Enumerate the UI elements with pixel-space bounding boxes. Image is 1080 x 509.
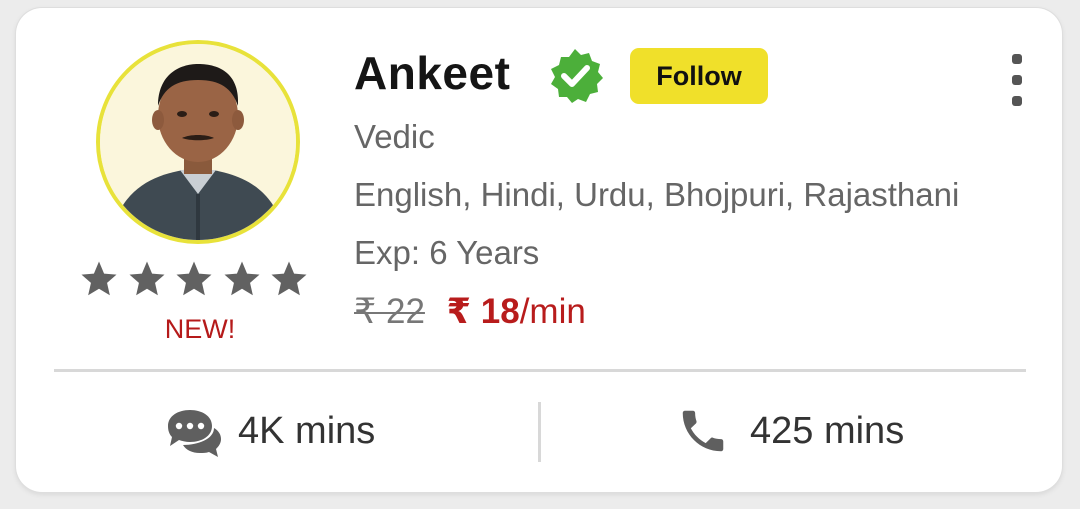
- star-icon: [176, 261, 212, 296]
- current-price: ₹ 18: [446, 292, 520, 331]
- call-minutes: 425 mins: [750, 410, 905, 452]
- star-icon: [271, 261, 307, 296]
- verified-badge-icon: [551, 49, 603, 103]
- kebab-dot: [1012, 96, 1022, 106]
- star-icon: [81, 261, 117, 296]
- kebab-dot: [1012, 54, 1022, 64]
- experience-text: Exp: 6 Years: [354, 234, 540, 271]
- price-row: ₹ 22 ₹ 18/min: [354, 292, 586, 332]
- price-unit: /min: [519, 292, 586, 331]
- skill-text: Vedic: [354, 118, 435, 155]
- chat-minutes: 4K mins: [238, 410, 376, 452]
- kebab-menu-icon[interactable]: [1002, 52, 1032, 108]
- original-price: ₹ 22: [354, 292, 425, 331]
- languages-text: English, Hindi, Urdu, Bhojpuri, Rajastha…: [354, 176, 960, 213]
- astrologer-card[interactable]: NEW! Ankeet Follow Vedic English, Hindi,…: [16, 8, 1062, 492]
- divider: [54, 369, 1026, 372]
- avatar[interactable]: [96, 40, 300, 244]
- vertical-divider: [538, 402, 541, 462]
- kebab-dot: [1012, 75, 1022, 85]
- star-icon: [129, 261, 164, 296]
- astrologer-name: Ankeet: [354, 47, 511, 99]
- chat-bubbles-icon: [168, 410, 221, 457]
- rating-stars: [78, 258, 310, 302]
- new-badge: NEW!: [164, 314, 236, 344]
- phone-icon: [682, 410, 724, 452]
- avatar-photo: [100, 44, 296, 240]
- follow-button[interactable]: Follow: [630, 48, 768, 104]
- star-icon: [224, 261, 259, 296]
